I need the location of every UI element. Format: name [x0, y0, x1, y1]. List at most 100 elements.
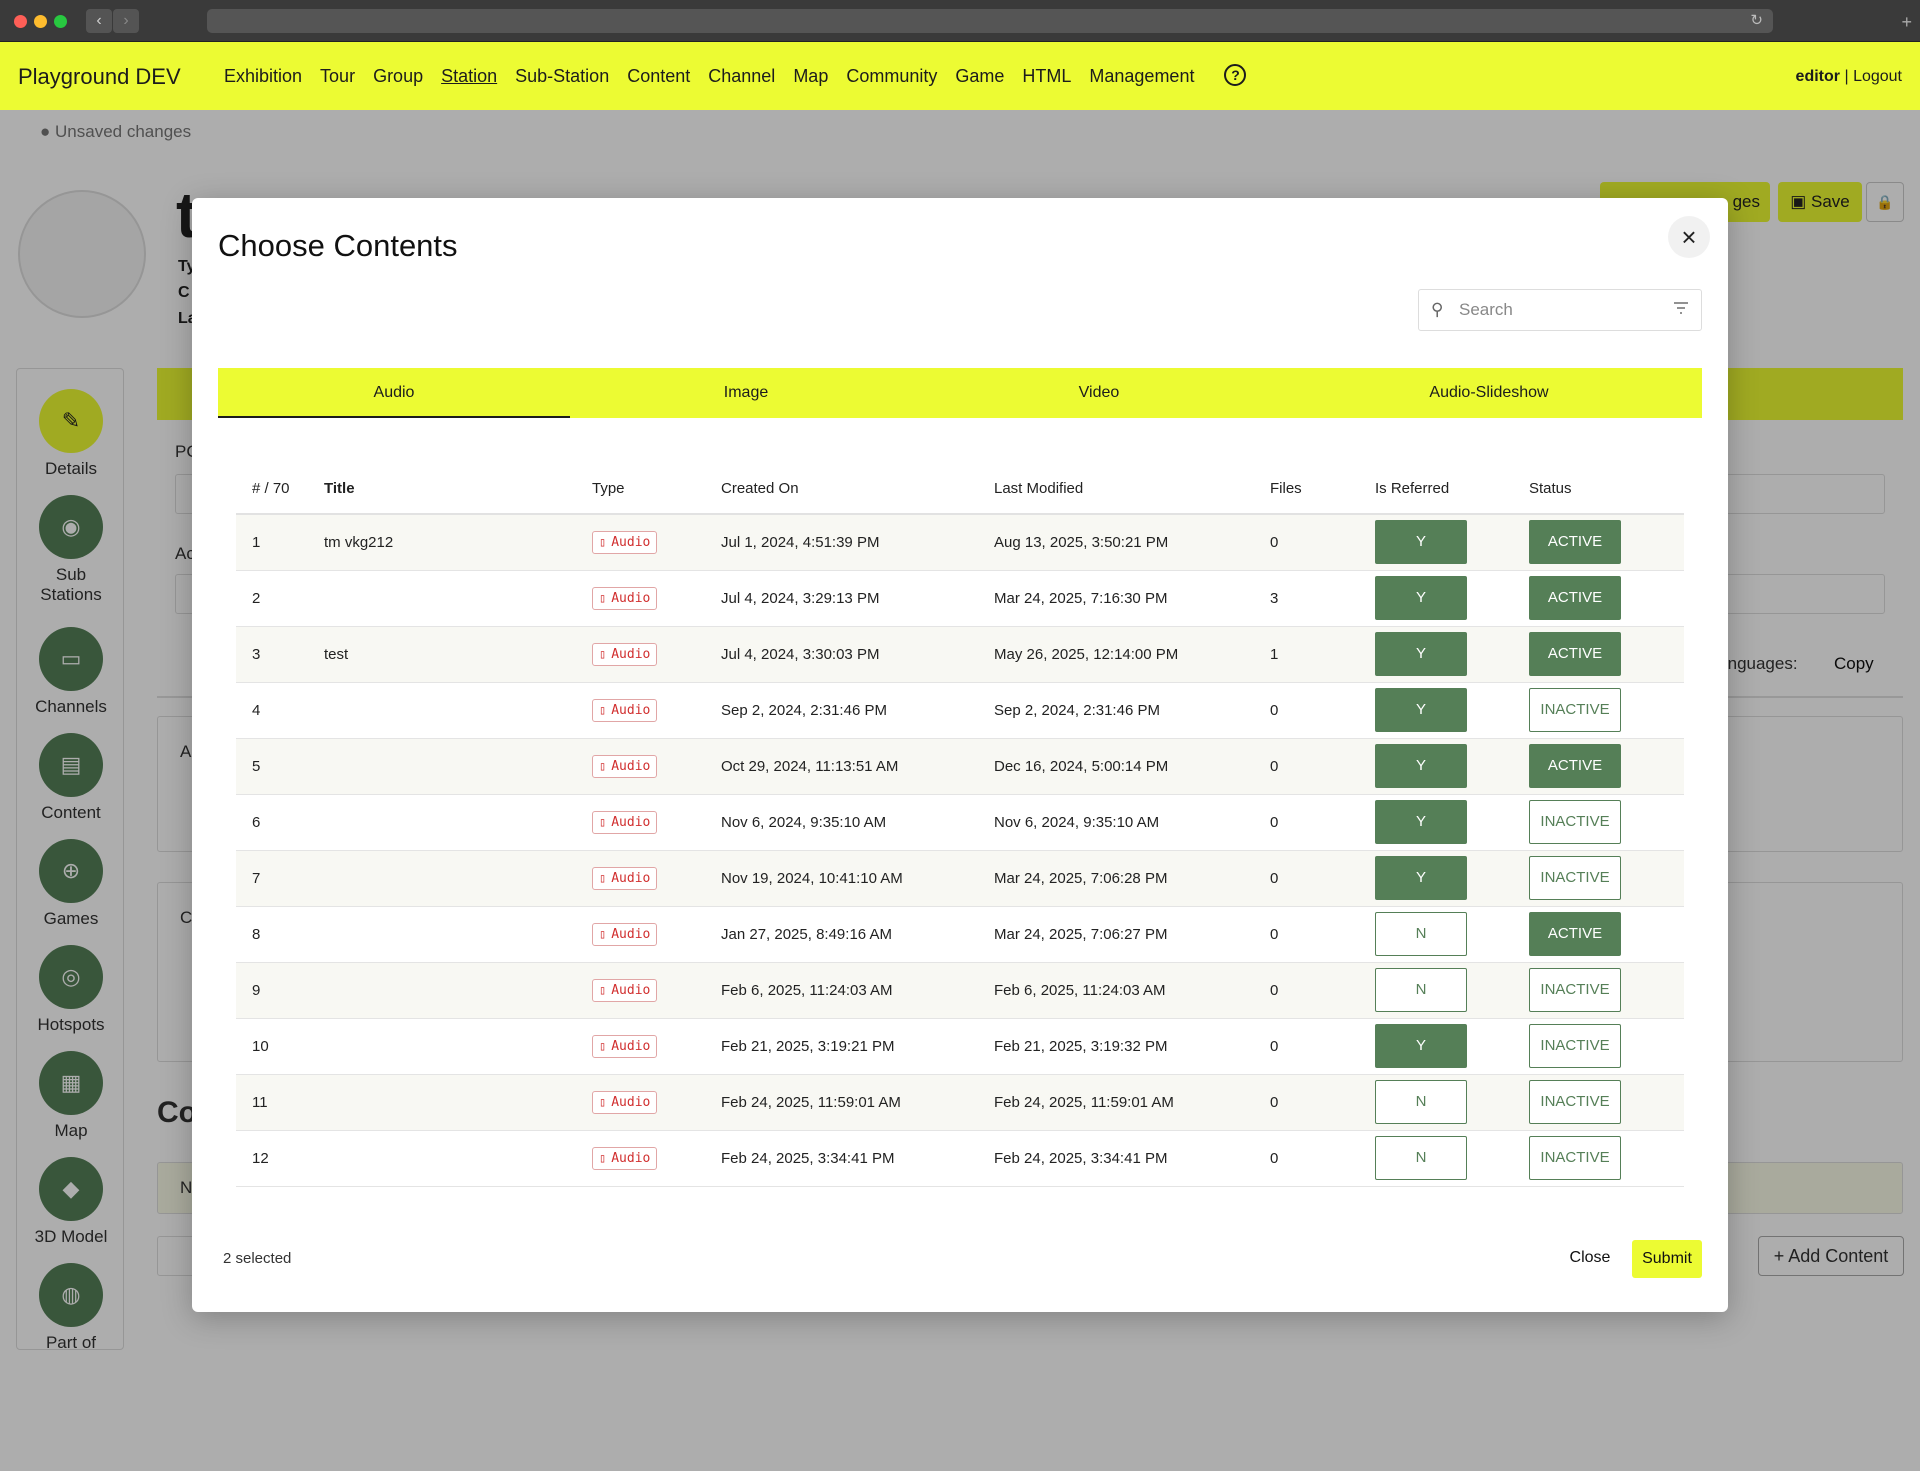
file-icon: ▯: [599, 646, 607, 661]
is-referred-badge[interactable]: Y: [1375, 576, 1467, 620]
col-type-header[interactable]: Type: [592, 444, 721, 515]
status-badge[interactable]: INACTIVE: [1529, 800, 1621, 844]
new-tab-icon[interactable]: +: [1901, 12, 1912, 33]
maximize-window-icon[interactable]: [54, 15, 67, 28]
status-badge[interactable]: ACTIVE: [1529, 632, 1621, 676]
is-referred-badge[interactable]: Y: [1375, 856, 1467, 900]
contents-table-wrap[interactable]: # / 70 Title Type Created On Last Modifi…: [236, 444, 1684, 1204]
table-row[interactable]: 12 ▯ Audio Feb 24, 2025, 3:34:41 PM Feb 24, …: [236, 1130, 1684, 1187]
logout-link[interactable]: Logout: [1853, 68, 1902, 85]
status-badge[interactable]: ACTIVE: [1529, 912, 1621, 956]
table-row[interactable]: 3 test ▯ Audio Jul 4, 2024, 3:30:03 PM May 26…: [236, 626, 1684, 683]
col-modified-header[interactable]: Last Modified: [994, 444, 1270, 515]
table-header-row: # / 70 Title Type Created On Last Modifi…: [236, 444, 1684, 515]
tab-image[interactable]: Image: [570, 368, 922, 418]
browser-chrome: ‹ › ↻ +: [0, 0, 1920, 42]
col-status-header[interactable]: Status: [1529, 444, 1684, 515]
row-index: 7: [236, 850, 324, 907]
table-row[interactable]: 7 ▯ Audio Nov 19, 2024, 10:41:10 AM Mar 24, …: [236, 850, 1684, 907]
tab-audio[interactable]: Audio: [218, 368, 570, 418]
submit-button[interactable]: Submit: [1632, 1240, 1702, 1278]
row-type: ▯ Audio: [592, 1018, 721, 1075]
table-row[interactable]: 1 tm vkg212 ▯ Audio Jul 1, 2024, 4:51:39 PM A…: [236, 514, 1684, 571]
nav-community[interactable]: Community: [846, 66, 937, 87]
row-type: ▯ Audio: [592, 906, 721, 963]
is-referred-badge[interactable]: N: [1375, 912, 1467, 956]
row-modified: Feb 24, 2025, 3:34:41 PM: [994, 1130, 1270, 1187]
status-badge[interactable]: INACTIVE: [1529, 688, 1621, 732]
nav-content[interactable]: Content: [627, 66, 690, 87]
status-badge[interactable]: ACTIVE: [1529, 576, 1621, 620]
row-created: Jul 1, 2024, 4:51:39 PM: [721, 514, 994, 571]
nav-management[interactable]: Management: [1089, 66, 1194, 87]
col-files-header[interactable]: Files: [1270, 444, 1375, 515]
row-title: [324, 906, 592, 963]
type-label: Audio: [611, 590, 651, 606]
filter-icon[interactable]: [1671, 298, 1691, 318]
is-referred-badge[interactable]: Y: [1375, 688, 1467, 732]
table-row[interactable]: 2 ▯ Audio Jul 4, 2024, 3:29:13 PM Mar 24, 20…: [236, 570, 1684, 627]
nav-tour[interactable]: Tour: [320, 66, 355, 87]
row-type: ▯ Audio: [592, 682, 721, 739]
nav-map[interactable]: Map: [793, 66, 828, 87]
type-label: Audio: [611, 1038, 651, 1054]
is-referred-badge[interactable]: N: [1375, 1136, 1467, 1180]
minimize-window-icon[interactable]: [34, 15, 47, 28]
close-button[interactable]: Close: [1562, 1240, 1618, 1276]
col-index-header[interactable]: # / 70: [236, 444, 324, 515]
row-status: INACTIVE: [1529, 1018, 1684, 1075]
status-badge[interactable]: ACTIVE: [1529, 520, 1621, 565]
is-referred-badge[interactable]: Y: [1375, 520, 1467, 565]
nav-group[interactable]: Group: [373, 66, 423, 87]
is-referred-badge[interactable]: N: [1375, 968, 1467, 1012]
table-row[interactable]: 11 ▯ Audio Feb 24, 2025, 11:59:01 AM Feb 24,…: [236, 1074, 1684, 1131]
row-type: ▯ Audio: [592, 1074, 721, 1131]
back-icon[interactable]: ‹: [86, 9, 112, 33]
table-row[interactable]: 6 ▯ Audio Nov 6, 2024, 9:35:10 AM Nov 6, 202…: [236, 794, 1684, 851]
table-row[interactable]: 10 ▯ Audio Feb 21, 2025, 3:19:21 PM Feb 21, …: [236, 1018, 1684, 1075]
nav-html[interactable]: HTML: [1022, 66, 1071, 87]
row-type: ▯ Audio: [592, 570, 721, 627]
status-badge[interactable]: INACTIVE: [1529, 856, 1621, 900]
content-type-tabs: Audio Image Video Audio-Slideshow: [218, 368, 1702, 418]
table-row[interactable]: 5 ▯ Audio Oct 29, 2024, 11:13:51 AM Dec 16, …: [236, 738, 1684, 795]
is-referred-badge[interactable]: N: [1375, 1080, 1467, 1124]
status-badge[interactable]: INACTIVE: [1529, 1136, 1621, 1180]
status-badge[interactable]: ACTIVE: [1529, 744, 1621, 788]
forward-icon[interactable]: ›: [113, 9, 139, 33]
selected-count: 2 selected: [223, 1250, 292, 1267]
nav-game[interactable]: Game: [955, 66, 1004, 87]
is-referred-badge[interactable]: Y: [1375, 1024, 1467, 1068]
table-row[interactable]: 8 ▯ Audio Jan 27, 2025, 8:49:16 AM Mar 24, 2…: [236, 906, 1684, 963]
col-referred-header[interactable]: Is Referred: [1375, 444, 1529, 515]
row-modified: Nov 6, 2024, 9:35:10 AM: [994, 794, 1270, 851]
is-referred-badge[interactable]: Y: [1375, 800, 1467, 844]
tab-audio-slideshow[interactable]: Audio-Slideshow: [1276, 368, 1702, 418]
user-box: editor | Logout: [1796, 68, 1902, 86]
tab-video[interactable]: Video: [922, 368, 1276, 418]
is-referred-badge[interactable]: Y: [1375, 632, 1467, 676]
search-input[interactable]: [1459, 297, 1659, 323]
close-window-icon[interactable]: [14, 15, 27, 28]
table-row[interactable]: 9 ▯ Audio Feb 6, 2025, 11:24:03 AM Feb 6, 20…: [236, 962, 1684, 1019]
is-referred-badge[interactable]: Y: [1375, 744, 1467, 788]
nav-station[interactable]: Station: [441, 66, 497, 87]
audio-type-badge: ▯ Audio: [592, 1146, 658, 1170]
brand-title[interactable]: Playground DEV: [18, 64, 181, 90]
nav-sub-station[interactable]: Sub-Station: [515, 66, 609, 87]
modal-title: Choose Contents: [218, 228, 458, 263]
row-created: Feb 24, 2025, 11:59:01 AM: [721, 1074, 994, 1131]
reload-icon[interactable]: ↻: [1750, 11, 1763, 29]
help-icon[interactable]: ?: [1224, 64, 1247, 86]
app-header: Playground DEV Exhibition Tour Group Sta…: [0, 42, 1920, 110]
status-badge[interactable]: INACTIVE: [1529, 1024, 1621, 1068]
nav-exhibition[interactable]: Exhibition: [224, 66, 302, 87]
status-badge[interactable]: INACTIVE: [1529, 1080, 1621, 1124]
status-badge[interactable]: INACTIVE: [1529, 968, 1621, 1012]
nav-channel[interactable]: Channel: [708, 66, 775, 87]
address-bar[interactable]: ↻: [207, 9, 1773, 33]
close-icon[interactable]: ×: [1668, 216, 1710, 258]
col-created-header[interactable]: Created On: [721, 444, 994, 515]
col-title-header[interactable]: Title: [324, 444, 592, 515]
table-row[interactable]: 4 ▯ Audio Sep 2, 2024, 2:31:46 PM Sep 2, 202…: [236, 682, 1684, 739]
